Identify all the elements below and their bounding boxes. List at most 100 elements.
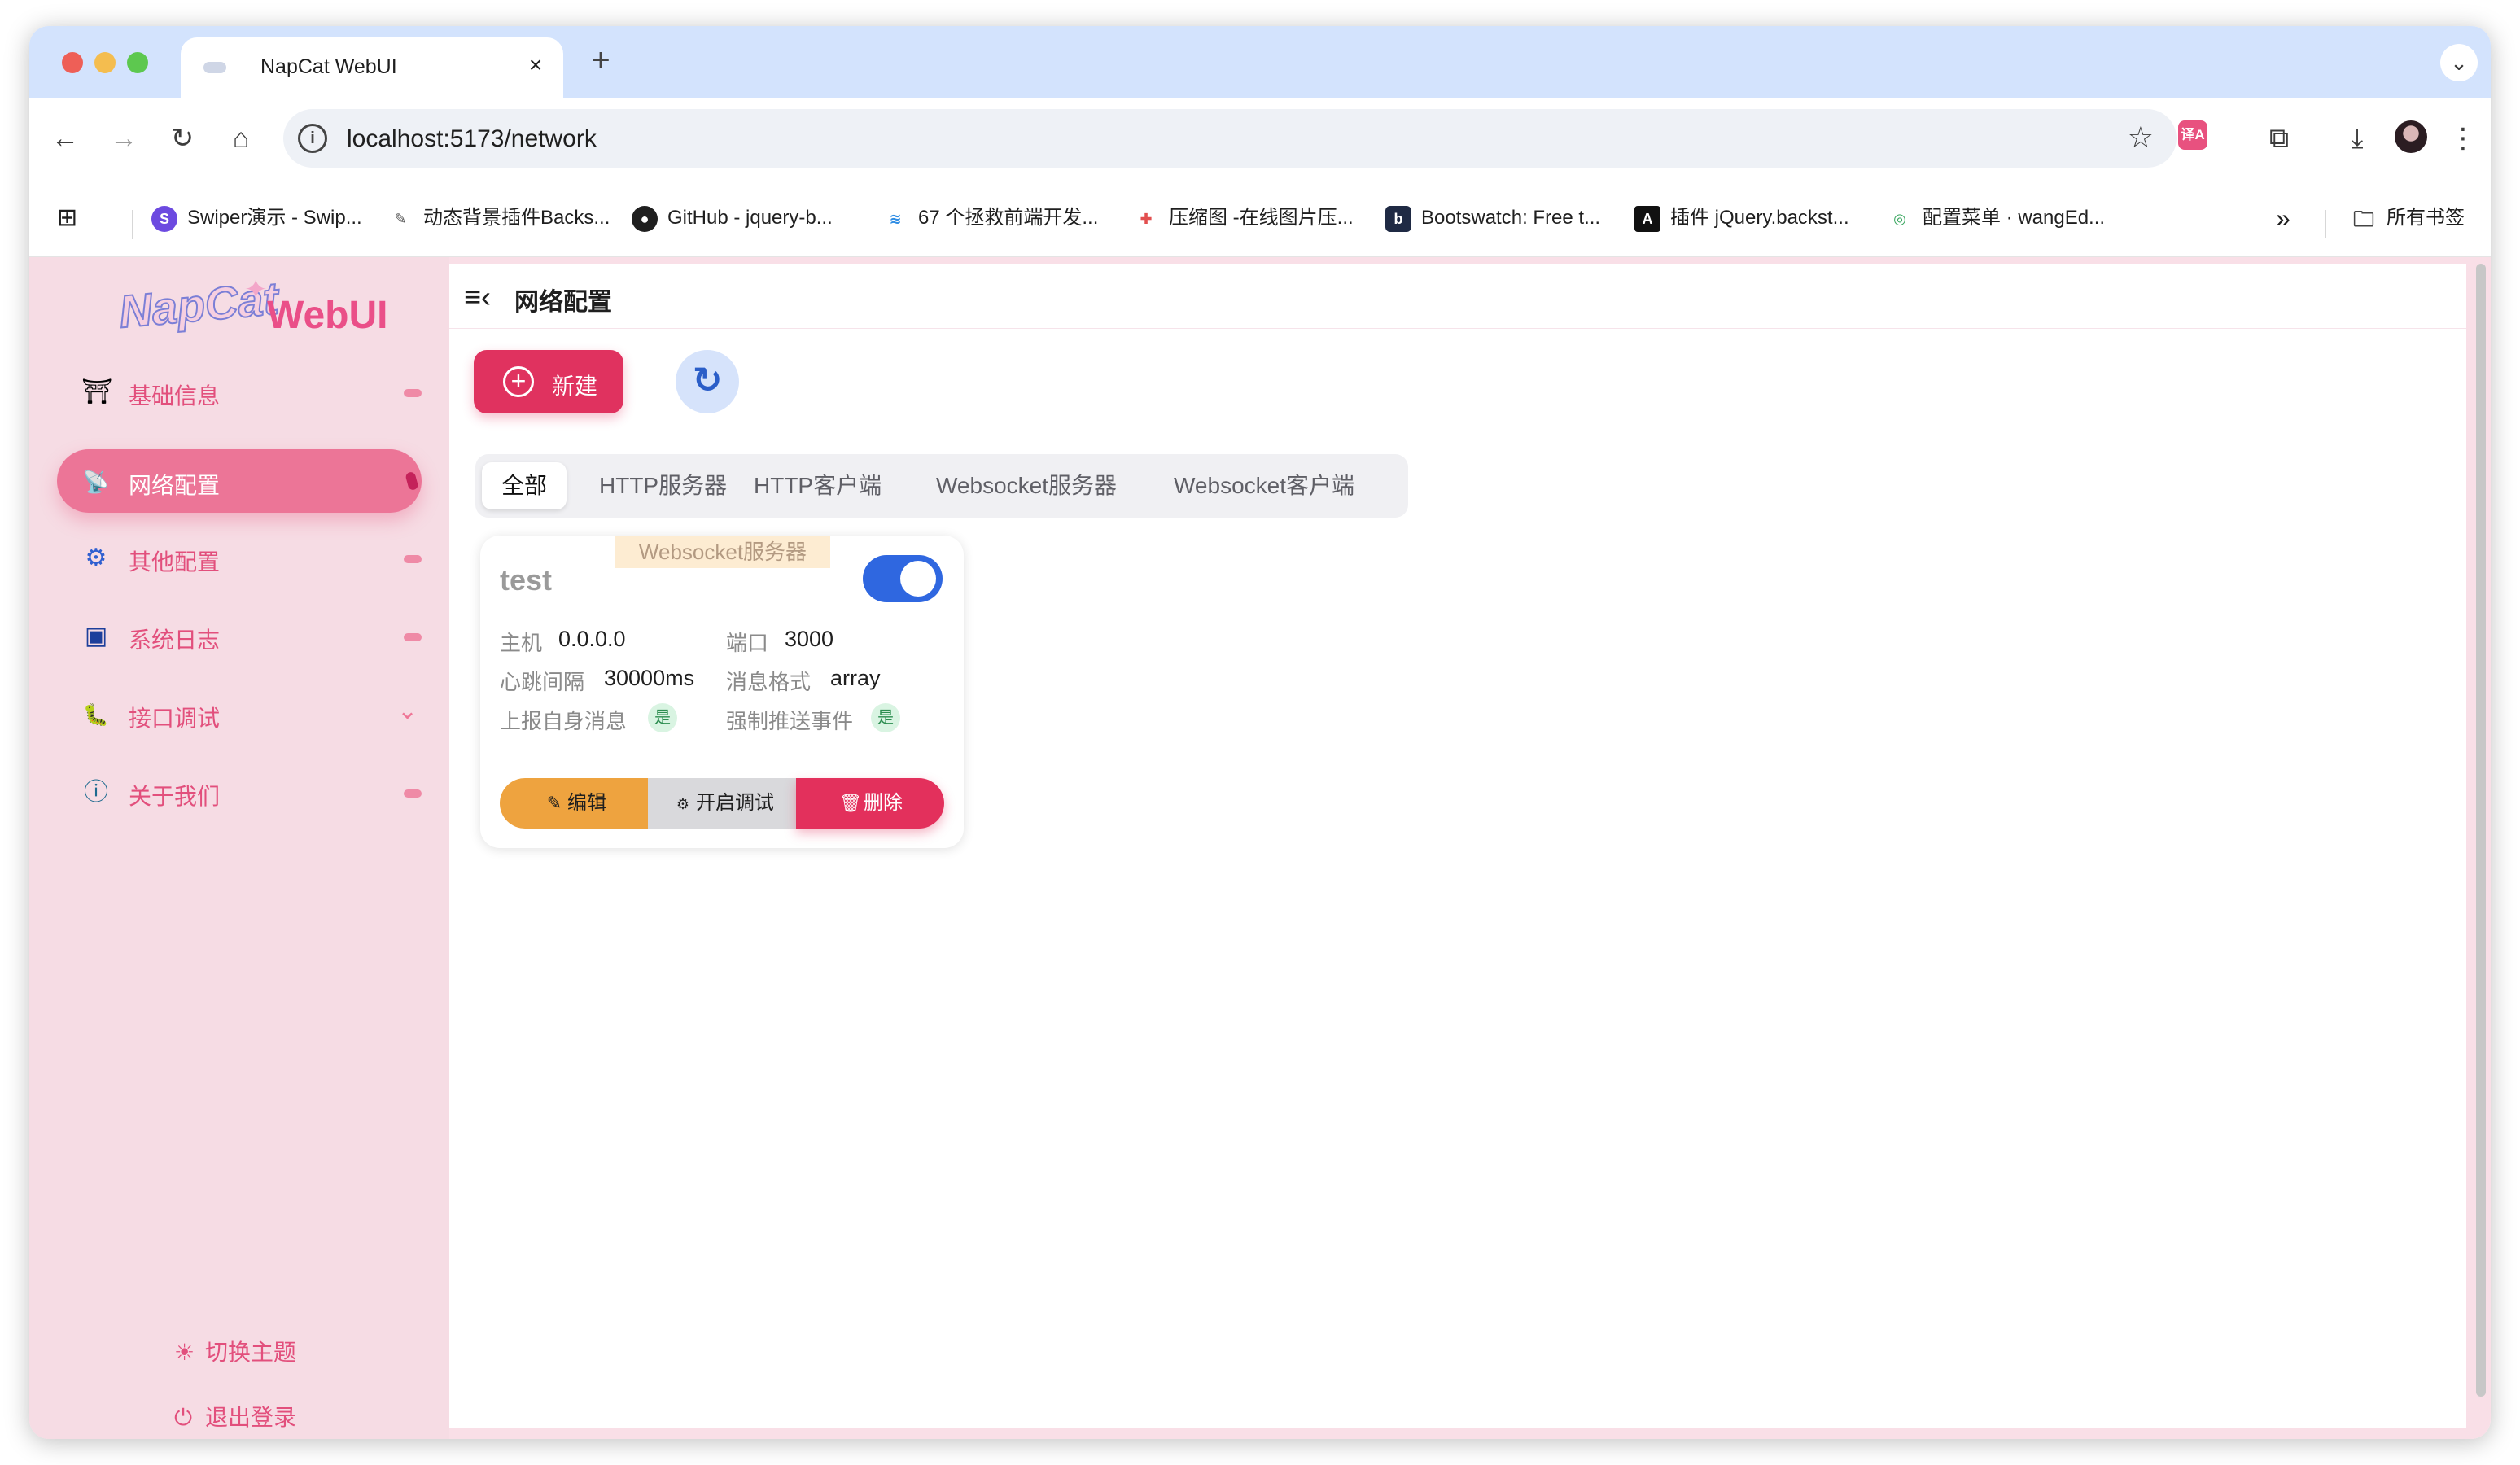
new-button-label: 新建: [552, 374, 598, 399]
nav-indicator: [404, 633, 422, 641]
bookmark-item[interactable]: b Bootswatch: Free t...: [1385, 203, 1600, 233]
all-bookmarks-button[interactable]: 🗀 所有书签: [2351, 203, 2465, 233]
debug-label: 开启调试: [696, 792, 774, 814]
tab-http-client[interactable]: HTTP客户端: [734, 462, 901, 509]
page-scrollbar[interactable]: [2476, 264, 2486, 1419]
close-tab-icon[interactable]: ×: [523, 52, 549, 78]
bug-icon: 🐛: [82, 702, 110, 727]
browser-tab[interactable]: NapCat WebUI ×: [181, 37, 563, 98]
bookmark-item[interactable]: ✚ 压缩图 -在线图片压...: [1133, 203, 1353, 233]
host-value: 0.0.0.0: [558, 627, 626, 651]
menu-collapse-icon[interactable]: ≡‹: [464, 280, 491, 314]
bookmark-star-icon[interactable]: ☆: [2128, 120, 2154, 155]
bookmarks-bar: ⊞ S Swiper演示 - Swip... ✎ 动态背景插件Backs... ● G…: [29, 179, 2491, 257]
bookmark-item[interactable]: S Swiper演示 - Swip...: [151, 203, 362, 233]
plus-circle-icon: +: [503, 366, 534, 397]
bookmark-item[interactable]: A 插件 jQuery.backst...: [1634, 203, 1849, 233]
maximize-window-button[interactable]: [127, 52, 148, 73]
force-push-label: 强制推送事件: [726, 709, 854, 733]
report-self-badge: 是: [648, 703, 677, 732]
nav-item-basic-info[interactable]: ⛩ 基础信息: [57, 360, 422, 423]
tab-strip: NapCat WebUI × + ⌄: [29, 26, 2491, 98]
port-value: 3000: [785, 627, 834, 651]
new-button[interactable]: + 新建: [474, 350, 623, 413]
tab-websocket-server[interactable]: Websocket服务器: [917, 462, 1136, 509]
profile-avatar[interactable]: [2395, 120, 2427, 153]
network-config-card: Websocket服务器 test 主机 0.0.0.0 端口 3000 心跳间…: [480, 536, 964, 848]
download-icon[interactable]: ⤓: [2338, 119, 2377, 158]
bookmark-label: 配置菜单 · wangEd...: [1923, 207, 2106, 229]
bookmark-label: 动态背景插件Backs...: [423, 207, 610, 229]
address-bar[interactable]: i localhost:5173/network ☆: [283, 109, 2177, 168]
new-tab-button[interactable]: +: [583, 42, 619, 78]
toggle-knob: [900, 561, 936, 597]
bootswatch-icon: b: [1385, 205, 1411, 232]
bookmark-item[interactable]: ● GitHub - jquery-b...: [632, 203, 833, 233]
close-window-button[interactable]: [62, 52, 83, 73]
url-text[interactable]: localhost:5173/network: [347, 125, 597, 153]
bookmarks-separator: [2325, 210, 2326, 238]
trash-icon: 🗑: [839, 793, 862, 813]
delete-button[interactable]: 🗑删除: [796, 778, 944, 829]
card-actions: ✎ 编辑 ⚙ 开启调试 🗑删除: [500, 778, 944, 829]
tab-search-button[interactable]: ⌄: [2440, 44, 2478, 81]
site-info-icon[interactable]: i: [298, 124, 327, 153]
apps-grid-icon[interactable]: ⊞: [57, 203, 77, 233]
bookmark-item[interactable]: ◎ 配置菜单 · wangEd...: [1887, 203, 2105, 233]
folder-icon: 🗀: [2352, 206, 2374, 231]
home-icon[interactable]: ⌂: [221, 119, 260, 158]
napcat-favicon-icon: [203, 62, 226, 73]
nav-indicator: [405, 470, 419, 492]
nav-item-other-config[interactable]: ⚙ 其他配置: [57, 526, 422, 589]
page-viewport: NapCat ✦ WebUI ⛩ 基础信息 📡 网络配置 ⚙ 其他配置 ▣ 系统…: [29, 257, 2491, 1439]
napcat-logo[interactable]: NapCat ✦ WebUI: [114, 269, 423, 350]
reload-icon[interactable]: ↻: [163, 119, 202, 158]
more-bookmarks-icon[interactable]: »: [2276, 203, 2290, 233]
bookmark-item[interactable]: ≋ 67 个拯救前端开发...: [882, 203, 1098, 233]
tab-all[interactable]: 全部: [482, 462, 567, 509]
bookmark-label: 67 个拯救前端开发...: [918, 207, 1099, 229]
logout-button[interactable]: ⏻ 退出登录: [174, 1402, 296, 1434]
nav-item-network-config[interactable]: 📡 网络配置: [57, 449, 422, 513]
edit-button[interactable]: ✎ 编辑: [500, 778, 648, 829]
format-label: 消息格式: [726, 670, 812, 694]
browser-menu-icon[interactable]: ⋮: [2443, 119, 2483, 158]
nav-item-system-log[interactable]: ▣ 系统日志: [57, 604, 422, 667]
nav-indicator: [404, 789, 422, 798]
bookmark-item[interactable]: ✎ 动态背景插件Backs...: [387, 203, 610, 233]
nav-indicator: [404, 389, 422, 397]
back-icon[interactable]: ←: [46, 119, 85, 158]
nav-item-about[interactable]: ⓘ 关于我们: [57, 760, 422, 824]
swiper-icon: S: [151, 205, 177, 232]
nav-indicator: [404, 555, 422, 563]
force-push-badge: 是: [871, 703, 900, 732]
format-value: array: [830, 666, 881, 690]
forward-icon[interactable]: →: [104, 119, 143, 158]
nav-label: 网络配置: [129, 473, 221, 498]
refresh-button[interactable]: ↻: [676, 350, 739, 413]
report-self-label: 上报自身消息: [500, 709, 628, 733]
translate-extension-icon[interactable]: 译A: [2178, 120, 2207, 150]
port-label: 端口: [726, 631, 769, 655]
nav-item-api-debug[interactable]: 🐛 接口调试 ⌄: [57, 682, 422, 746]
nav-label: 关于我们: [129, 784, 221, 809]
bookmark-label: 插件 jQuery.backst...: [1670, 207, 1849, 229]
nav-label: 系统日志: [129, 628, 221, 653]
wang-icon: ◎: [1893, 210, 1906, 227]
sidebar: NapCat ✦ WebUI ⛩ 基础信息 📡 网络配置 ⚙ 其他配置 ▣ 系统…: [29, 257, 449, 1439]
switch-theme-button[interactable]: ☀ 切换主题: [174, 1336, 296, 1369]
debug-icon: ⚙: [676, 796, 690, 812]
a-icon: A: [1634, 205, 1660, 232]
tab-websocket-client[interactable]: Websocket客户端: [1154, 462, 1374, 509]
chevron-down-icon[interactable]: ⌄: [397, 697, 418, 725]
debug-button[interactable]: ⚙ 开启调试: [648, 778, 796, 829]
enable-toggle[interactable]: [863, 555, 943, 602]
minimize-window-button[interactable]: [94, 52, 116, 73]
scrollbar-thumb[interactable]: [2476, 264, 2486, 1397]
extensions-icon[interactable]: ⧉: [2260, 119, 2299, 158]
host-label: 主机: [500, 631, 543, 655]
edit-pen-icon: ✎: [546, 793, 562, 813]
logout-icon: ⏻: [174, 1405, 193, 1430]
tab-http-server[interactable]: HTTP服务器: [580, 462, 746, 509]
heartbeat-value: 30000ms: [604, 666, 695, 690]
